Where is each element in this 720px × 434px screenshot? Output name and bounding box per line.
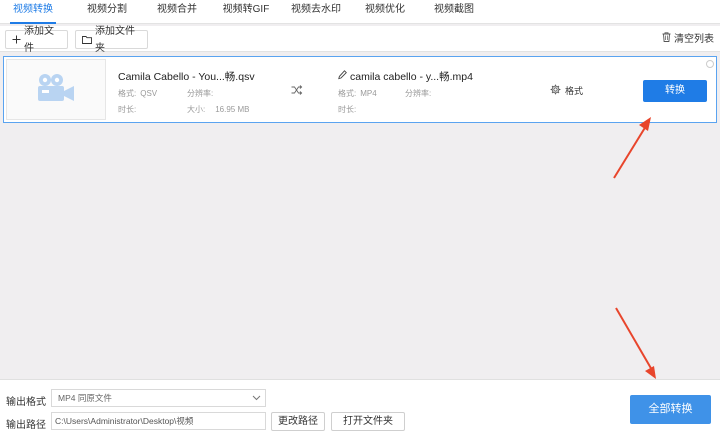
clear-list-button[interactable]: 清空列表 <box>662 31 714 48</box>
target-resolution: 分辨率: <box>405 89 432 98</box>
folder-icon <box>82 35 92 44</box>
source-duration: 时长: <box>118 105 137 114</box>
convert-all-button[interactable]: 全部转换 <box>630 395 711 424</box>
source-resolution: 分辨率: <box>187 89 214 98</box>
file-row[interactable]: Camila Cabello - You...畅.qsv 格式: QSV 分辨率:… <box>3 56 717 123</box>
tab-video-split[interactable]: 视频分割 <box>82 0 132 24</box>
output-panel: 输出格式 MP4 同原文件 输出路径 C:\Users\Administrato… <box>0 379 720 434</box>
clear-list-label: 清空列表 <box>674 34 714 45</box>
format-settings-label: 格式 <box>565 86 584 96</box>
change-path-button[interactable]: 更改路径 <box>271 412 325 431</box>
add-file-label: 添加文件 <box>24 25 54 54</box>
add-folder-button[interactable]: 添加文件夹 <box>75 26 148 54</box>
add-folder-label: 添加文件夹 <box>95 25 135 54</box>
output-format-value: MP4 同原文件 <box>58 393 112 403</box>
target-file-name-label: camila cabello - y...畅.mp4 <box>350 71 473 83</box>
output-path-field[interactable]: C:\Users\Administrator\Desktop\视频 <box>51 412 266 430</box>
pencil-icon[interactable] <box>338 70 347 83</box>
toolbar: 添加文件 添加文件夹 清空列表 <box>0 26 720 54</box>
output-format-label: 输出格式 <box>6 397 46 408</box>
tab-video-merge[interactable]: 视频合并 <box>152 0 202 24</box>
target-duration: 时长: <box>338 105 357 114</box>
target-file-name[interactable]: camila cabello - y...畅.mp4 <box>338 69 473 84</box>
tab-video-screenshot[interactable]: 视频截图 <box>431 0 477 24</box>
plus-icon <box>12 35 21 44</box>
gear-icon <box>550 84 561 97</box>
shuffle-icon <box>291 85 303 98</box>
tab-video-optimize[interactable]: 视频优化 <box>362 0 408 24</box>
tab-video-convert[interactable]: 视频转换 <box>10 0 56 24</box>
remove-file-icon[interactable] <box>706 60 714 68</box>
open-folder-button[interactable]: 打开文件夹 <box>331 412 405 431</box>
video-camera-icon <box>35 72 77 107</box>
file-list: Camila Cabello - You...畅.qsv 格式: QSV 分辨率:… <box>0 53 720 378</box>
output-format-select[interactable]: MP4 同原文件 <box>51 389 266 407</box>
video-thumbnail <box>6 59 106 120</box>
source-format: 格式: QSV <box>118 89 158 98</box>
output-path-label: 输出路径 <box>6 420 46 431</box>
chevron-down-icon <box>252 391 261 407</box>
add-file-button[interactable]: 添加文件 <box>5 26 68 54</box>
tab-video-to-gif[interactable]: 视频转GIF <box>220 0 272 24</box>
source-file-name: Camila Cabello - You...畅.qsv <box>118 71 255 83</box>
source-size: 大小: 16.95 MB <box>187 105 250 114</box>
target-format: 格式: MP4 <box>338 89 377 98</box>
trash-icon <box>662 31 671 48</box>
tab-video-remove-watermark[interactable]: 视频去水印 <box>289 0 343 24</box>
convert-button[interactable]: 转换 <box>643 80 707 102</box>
format-settings-button[interactable]: 格式 <box>550 84 583 97</box>
function-tabs: 视频转换 视频分割 视频合并 视频转GIF 视频去水印 视频优化 视频截图 <box>0 0 720 24</box>
